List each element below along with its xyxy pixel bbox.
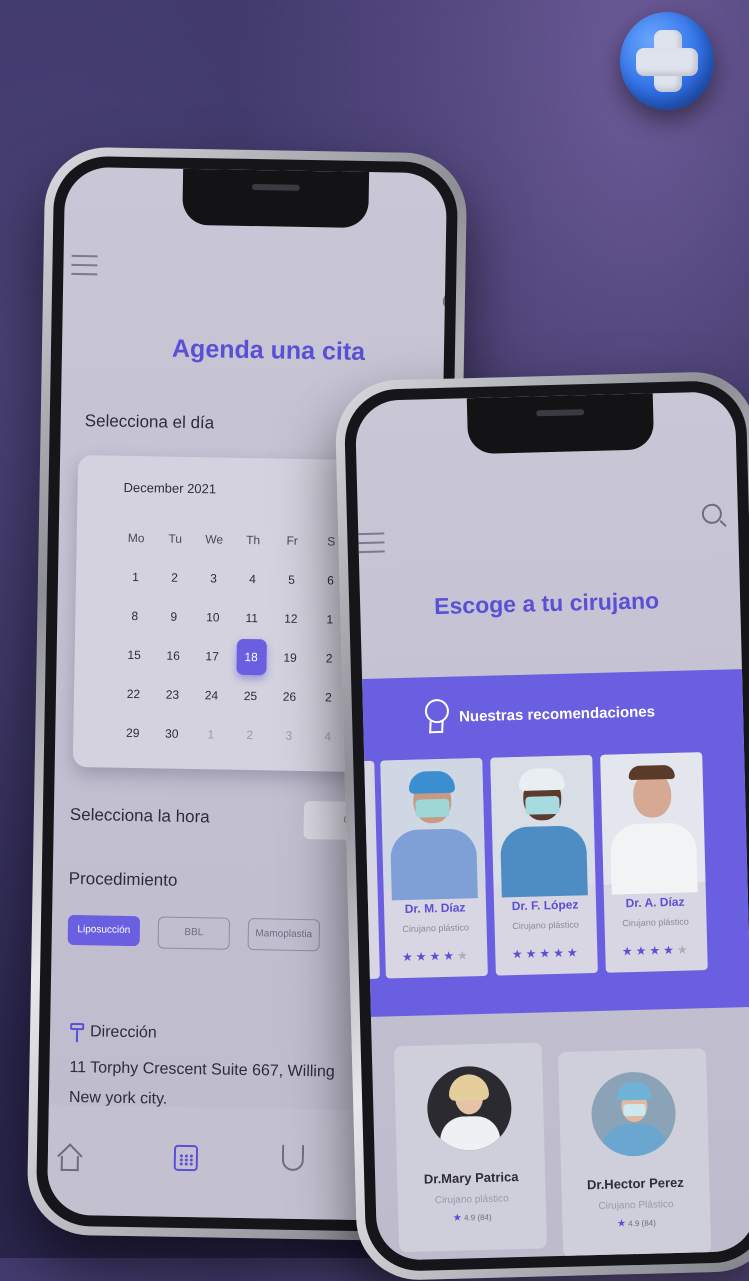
doctor-photo xyxy=(600,752,706,895)
star-rating: ★★★★★ xyxy=(621,942,691,959)
home-icon[interactable] xyxy=(58,1145,82,1171)
signpost-icon xyxy=(70,1023,84,1043)
doctor-card-f-lopez[interactable]: Dr. F. López Cirujano plástico ★★★★★ xyxy=(490,755,598,976)
doctor-name: Dr. M. Díaz xyxy=(404,900,466,916)
calendar-week-row: 123456 xyxy=(116,557,351,600)
doctor-card-m-diaz[interactable]: Dr. M. Díaz Cirujano plástico ★★★★★ xyxy=(380,757,488,979)
calendar-day[interactable]: 26 xyxy=(270,689,309,704)
select-day-label: Selecciona el día xyxy=(84,411,215,433)
recommendations-section: Nuestras recomendaciones Dr. M. Díaz Cir… xyxy=(354,669,749,1017)
page-title: Escoge a tu cirujano xyxy=(433,587,660,620)
doctor-rating: ★ 4.9 (84) xyxy=(452,1212,492,1224)
calendar-icon[interactable] xyxy=(173,1144,199,1172)
calendar-weekday: Th xyxy=(246,532,261,547)
calendar-weekday: We xyxy=(205,531,224,547)
calendar-week-row: 8 9 10 11 12 1 xyxy=(115,596,350,639)
doctor-specialty: Cirujano plástico xyxy=(434,1193,509,1207)
calendar-day[interactable]: 9 xyxy=(154,609,193,624)
calendar-day[interactable]: 12 xyxy=(271,611,310,626)
recommendations-title: Nuestras recomendaciones xyxy=(458,703,656,726)
search-icon[interactable] xyxy=(701,503,723,525)
calendar-day[interactable]: 16 xyxy=(154,648,193,663)
doctor-specialty: Cirujano plástico xyxy=(512,919,579,932)
doctor-rating: ★ 4.9 (84) xyxy=(616,1218,656,1230)
avatar xyxy=(590,1070,677,1158)
doctor-card-a-diaz[interactable]: Dr. A. Díaz Cirujano plástico ★★★★★ xyxy=(600,752,708,973)
surgeon-screen: Escoge a tu cirujano Nuestras recomendac… xyxy=(354,391,749,1261)
doctor-name: Dr. A. Díaz xyxy=(625,894,685,911)
calendar-day[interactable]: 24 xyxy=(192,688,231,703)
calendar-day[interactable]: 23 xyxy=(153,687,192,702)
calendar-day[interactable]: 10 xyxy=(193,610,232,625)
stethoscope-icon[interactable] xyxy=(281,1144,305,1172)
calendar-day[interactable]: 1 xyxy=(191,727,230,742)
calendar-week-row: 22 23 24 25 26 2 xyxy=(114,674,349,717)
star-icon: ★ xyxy=(452,1212,462,1224)
phone-notch xyxy=(182,168,370,229)
surgeon-phone: Escoge a tu cirujano Nuestras recomendac… xyxy=(334,370,749,1281)
menu-icon[interactable] xyxy=(71,254,98,276)
select-time-label: Selecciona la hora xyxy=(69,804,210,827)
procedure-label: Procedimiento xyxy=(68,868,178,890)
calendar-weekday-row: Mo Tu We Th Fr S xyxy=(116,518,351,561)
calendar-day[interactable]: 3 xyxy=(269,728,308,743)
address-line-1: 11 Torphy Crescent Suite 667, Willing xyxy=(69,1058,335,1081)
calendar-day[interactable]: 17 xyxy=(193,649,232,664)
calendar-weekday: Fr xyxy=(286,533,298,548)
calendar-month: December 2021 xyxy=(123,479,217,497)
calendar-day[interactable]: 22 xyxy=(114,686,153,701)
doctor-name: Dr.Hector Perez xyxy=(586,1174,684,1193)
calendar-day[interactable]: 30 xyxy=(152,726,191,741)
menu-icon[interactable] xyxy=(358,532,385,554)
calendar-weekday: Mo xyxy=(127,530,145,545)
calendar-day[interactable]: 4 xyxy=(308,729,347,744)
plus-badge-icon xyxy=(620,12,714,110)
calendar-weekday: Tu xyxy=(168,531,183,546)
calendar-day[interactable]: 11 xyxy=(232,610,271,625)
doctor-specialty: Cirujano plástico xyxy=(622,916,689,929)
calendar-day[interactable]: 29 xyxy=(113,725,152,740)
doctor-photo xyxy=(490,755,596,898)
doctor-specialty: Cirujano Plástico xyxy=(598,1199,674,1213)
doctor-name: Dr. F. López xyxy=(511,897,579,914)
doctor-specialty: Cirujano plástico xyxy=(402,922,470,935)
procedure-chip-bbl[interactable]: BBL xyxy=(157,916,231,950)
page-title: Agenda una cita xyxy=(171,334,366,367)
calendar-day[interactable]: 4 xyxy=(233,571,272,586)
calendar-day[interactable]: 2 xyxy=(230,727,269,742)
calendar-week-row: 29 30 1 2 3 4 xyxy=(113,713,348,756)
avatar xyxy=(426,1065,513,1152)
doctor-list-card-mary-patrica[interactable]: Dr.Mary Patrica Cirujano plástico ★ 4.9 … xyxy=(393,1042,548,1253)
calendar-day[interactable]: 15 xyxy=(115,647,154,662)
calendar-day[interactable]: 3 xyxy=(194,571,233,586)
calendar-day[interactable]: 5 xyxy=(272,572,311,587)
calendar-day[interactable]: 2 xyxy=(155,570,194,585)
phone-notch xyxy=(466,393,655,455)
calendar-day[interactable]: 19 xyxy=(271,650,310,665)
doctor-list-card-hector-perez[interactable]: Dr.Hector Perez Cirujano Plástico ★ 4.9 … xyxy=(557,1048,712,1258)
procedure-chip-mamoplastia[interactable]: Mamoplastia xyxy=(247,918,321,952)
calendar-day[interactable]: 1 xyxy=(116,569,155,584)
star-rating: ★★★★★ xyxy=(511,945,581,962)
calendar-day[interactable]: 18 xyxy=(231,638,271,675)
star-rating: ★★★★★ xyxy=(401,948,471,965)
procedure-chip-liposuccion[interactable]: Liposucción xyxy=(67,914,141,947)
award-icon xyxy=(424,698,450,724)
calendar-day[interactable]: 25 xyxy=(231,688,270,703)
calendar-day[interactable]: 8 xyxy=(115,608,154,623)
doctor-name: Dr.Mary Patrica xyxy=(423,1169,519,1187)
doctor-photo xyxy=(380,757,486,901)
calendar-grid: Mo Tu We Th Fr S 1 2 3 4 5 6 8 9 10 11 12 1 15 16 17 18 19 2 22 2… xyxy=(113,518,351,756)
star-icon: ★ xyxy=(616,1218,627,1230)
address-label: Dirección xyxy=(89,1023,157,1042)
calendar-week-row: 15 16 17 18 19 2 xyxy=(114,635,349,678)
